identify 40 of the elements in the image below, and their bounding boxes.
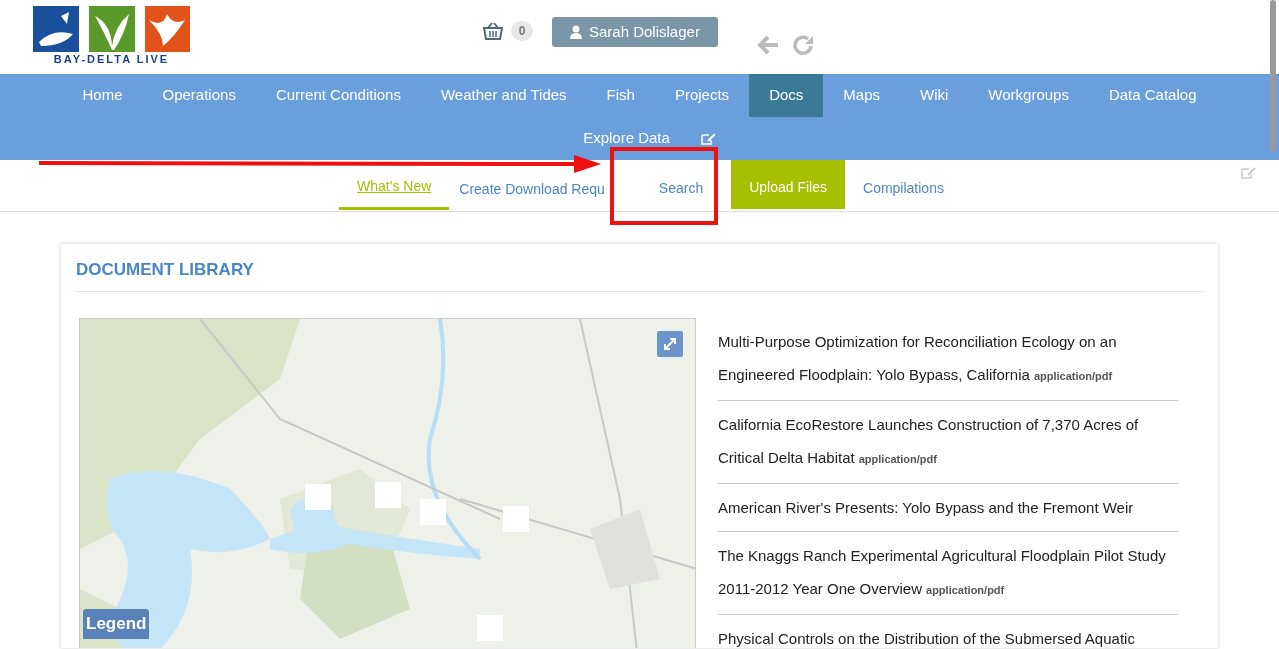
file-type: application/pdf bbox=[1033, 369, 1113, 382]
logo-text: BAY-DELTA LIVE bbox=[53, 54, 170, 65]
nav-tab[interactable]: Operations bbox=[142, 74, 256, 117]
logo[interactable]: BAY-DELTA LIVE bbox=[33, 6, 190, 65]
document-link[interactable]: The Knaggs Ranch Experimental Agricultural Floodplain Pilot Study 2011-2012 Year One Overview application/pdf bbox=[718, 531, 1178, 615]
section-title: DOCUMENT LIBRARY bbox=[76, 259, 255, 281]
document-link[interactable]: Multi-Purpose Optimization for Reconciliation Ecology on an Engineered Floodplain: Yolo Bypass, California application/pdf bbox=[718, 317, 1178, 401]
document-link[interactable]: Physical Controls on the Distribution of the Submersed Aquatic bbox=[718, 614, 1178, 648]
basket-icon[interactable] bbox=[483, 22, 503, 40]
nav-tab[interactable]: Home bbox=[62, 74, 143, 117]
scrollbar[interactable] bbox=[1270, 0, 1276, 152]
subnav-tab[interactable]: What's New bbox=[339, 160, 450, 210]
document-link[interactable]: California EcoRestore Launches Construction of 7,370 Acres of Critical Delta Habitat application/pdf bbox=[718, 400, 1178, 484]
nav-tab[interactable]: Explore Data bbox=[563, 117, 690, 160]
nav-tab[interactable]: Maps bbox=[823, 74, 900, 117]
subnav-tab[interactable]: Search bbox=[640, 160, 722, 210]
nav-tab[interactable]: Data Catalog bbox=[1088, 74, 1217, 117]
expand-icon bbox=[662, 335, 678, 352]
nav-tab[interactable]: Wiki bbox=[900, 74, 969, 117]
subnav-tab[interactable]: Compilations bbox=[845, 160, 962, 210]
nav-tab[interactable]: Workgroups bbox=[968, 74, 1089, 117]
edit-icon[interactable] bbox=[1240, 166, 1256, 180]
user-button[interactable]: Sarah Dolislager bbox=[552, 17, 718, 47]
back-arrow-icon[interactable] bbox=[756, 34, 780, 56]
subnav-tab[interactable]: Create Download Requ bbox=[449, 176, 607, 202]
upload-button[interactable]: Upload Files bbox=[731, 160, 845, 209]
file-type: application/pdf bbox=[926, 583, 1005, 596]
nav-tab[interactable]: Fish bbox=[586, 74, 655, 117]
edit-icon[interactable] bbox=[699, 131, 716, 146]
cart-count: 0 bbox=[511, 21, 533, 41]
legend-button[interactable]: Legend bbox=[83, 608, 150, 639]
file-type: application/pdf bbox=[858, 452, 937, 465]
nav-tab[interactable]: Docs bbox=[749, 74, 824, 117]
nav-tab[interactable]: Projects bbox=[654, 74, 750, 117]
nav-tab[interactable]: Weather and Tides bbox=[420, 74, 587, 117]
fullscreen-button[interactable] bbox=[657, 330, 683, 357]
user-icon bbox=[570, 25, 582, 39]
nav-tab[interactable]: Current Conditions bbox=[255, 74, 421, 117]
refresh-icon[interactable] bbox=[792, 34, 816, 56]
document-link[interactable]: American River's Presents: Yolo Bypass and the Fremont Weir bbox=[718, 483, 1178, 532]
